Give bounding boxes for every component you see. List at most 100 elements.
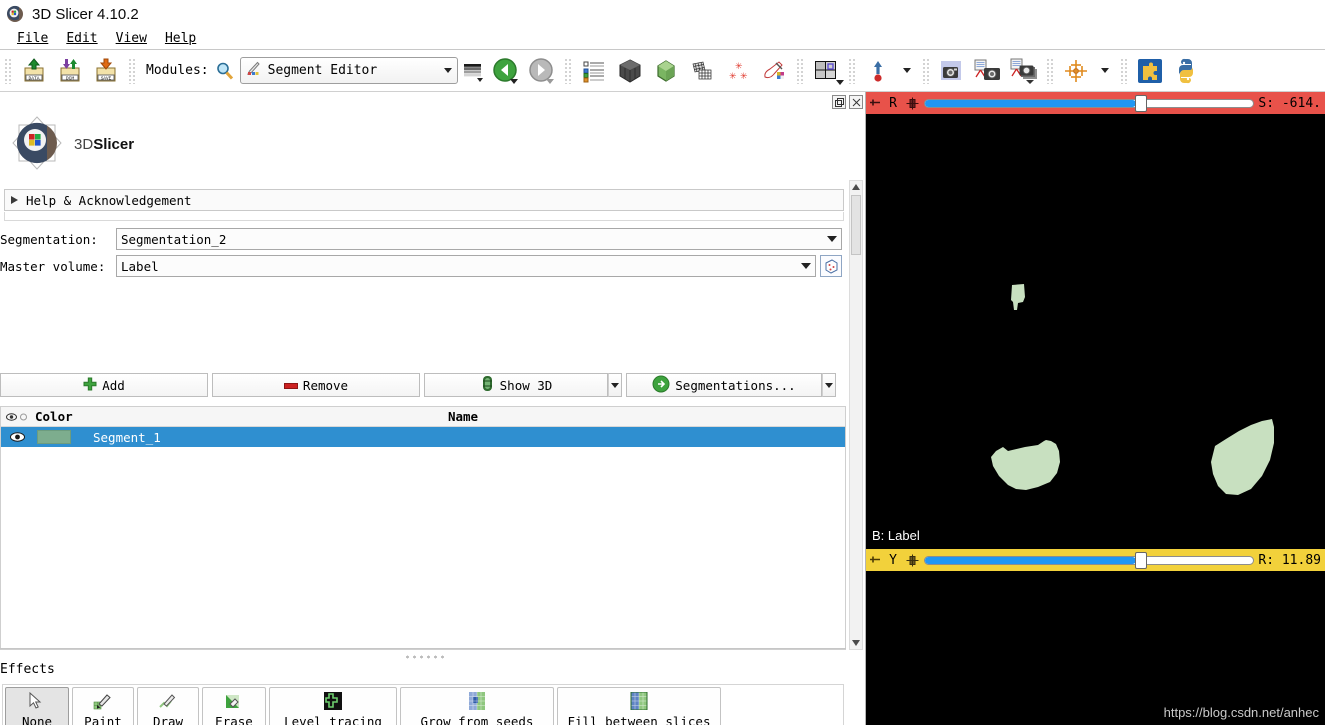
slicer-brand-icon bbox=[8, 114, 66, 175]
capture-sequence-icon[interactable] bbox=[1008, 55, 1040, 87]
effect-paint[interactable]: Paint bbox=[72, 687, 134, 725]
panel-splitter-handle[interactable] bbox=[404, 654, 448, 660]
menu-bar: File Edit View Help bbox=[0, 28, 1325, 50]
scrollbar-thumb[interactable] bbox=[851, 195, 861, 255]
name-column-header: Name bbox=[447, 409, 479, 424]
module-combo-value: Segment Editor bbox=[267, 63, 378, 78]
segment-color-swatch[interactable] bbox=[37, 430, 71, 444]
scroll-down-icon[interactable] bbox=[851, 638, 861, 648]
add-button-label: Add bbox=[102, 377, 125, 393]
help-section-body bbox=[4, 212, 844, 221]
volume-rendering-icon[interactable] bbox=[614, 55, 646, 87]
segments-table[interactable]: Color Name Segment_1 bbox=[0, 406, 846, 650]
crosshair-chevron-icon[interactable] bbox=[898, 55, 916, 87]
effect-fill-between-slices[interactable]: Fill between slices bbox=[557, 687, 721, 725]
svg-text:✳: ✳ bbox=[735, 62, 743, 72]
pin-icon[interactable] bbox=[868, 97, 882, 110]
segmentations-arrow-icon bbox=[652, 375, 670, 396]
effects-panel: None Paint Draw Erase Level tracing Grow… bbox=[2, 684, 844, 725]
chevron-down-icon[interactable] bbox=[827, 236, 837, 242]
draw-pencil-icon bbox=[158, 692, 178, 712]
red-slice-slider[interactable] bbox=[924, 95, 1255, 112]
chevron-down-icon[interactable] bbox=[443, 68, 452, 73]
menu-help-label: Help bbox=[164, 31, 197, 46]
segment-visibility-toggle[interactable] bbox=[1, 432, 33, 442]
save-button[interactable]: SAVE bbox=[90, 55, 122, 87]
effect-fill-between-slices-label: Fill between slices bbox=[567, 713, 711, 725]
toolbar-separator bbox=[4, 57, 12, 84]
chevron-right-icon bbox=[11, 196, 18, 204]
red-slice-canvas[interactable]: B: Label bbox=[866, 114, 1325, 549]
segmentation-combo[interactable]: Segmentation_2 bbox=[116, 228, 842, 250]
menu-help[interactable]: Help bbox=[156, 29, 205, 48]
panel-scrollbar[interactable] bbox=[849, 180, 863, 650]
add-button[interactable]: Add bbox=[0, 373, 208, 397]
pin-icon[interactable] bbox=[868, 554, 882, 567]
segmentations-button[interactable]: Segmentations... bbox=[626, 373, 822, 397]
toolbar-separator-5 bbox=[847, 57, 856, 84]
yellow-slice-offset-value: R: 11.89 bbox=[1258, 552, 1321, 568]
segmentations-options-button[interactable] bbox=[822, 373, 836, 397]
save-label: SAVE bbox=[101, 76, 112, 81]
dicom-button[interactable]: DCM bbox=[54, 55, 86, 87]
menu-view[interactable]: View bbox=[107, 29, 156, 48]
fiducials-icon[interactable]: ✳ ✳ ✳ bbox=[722, 55, 754, 87]
main-toolbar: DATA DCM SAVE Modules: Segment Editor ✳ … bbox=[0, 50, 1325, 92]
background-volume-label: B: Label bbox=[872, 528, 920, 543]
remove-button[interactable]: Remove bbox=[212, 373, 420, 397]
effect-none[interactable]: None bbox=[5, 687, 69, 725]
menu-edit-label: Edit bbox=[66, 31, 98, 46]
layout-chevron-icon[interactable] bbox=[835, 79, 844, 85]
modules-label: Modules: bbox=[146, 63, 209, 78]
crosshair-toggle-icon[interactable] bbox=[862, 55, 894, 87]
effect-none-label: None bbox=[21, 713, 53, 725]
screenshot-icon[interactable] bbox=[936, 55, 968, 87]
scroll-up-icon[interactable] bbox=[851, 182, 861, 192]
previous-module-icon[interactable] bbox=[490, 55, 522, 87]
slice-visibility-icon[interactable] bbox=[904, 95, 920, 111]
annotations-icon[interactable] bbox=[758, 55, 790, 87]
scene-view-capture-icon[interactable] bbox=[972, 55, 1004, 87]
extension-manager-icon[interactable] bbox=[1134, 55, 1166, 87]
show-3d-button[interactable]: Show 3D bbox=[424, 373, 608, 397]
window-title: 3D Slicer 4.10.2 bbox=[32, 5, 139, 23]
effect-level-tracing-label: Level tracing bbox=[284, 713, 382, 725]
menu-edit[interactable]: Edit bbox=[57, 29, 106, 48]
effect-level-tracing[interactable]: Level tracing bbox=[269, 687, 397, 725]
load-data-button[interactable]: DATA bbox=[18, 55, 50, 87]
show-3d-options-button[interactable] bbox=[608, 373, 622, 397]
menu-file[interactable]: File bbox=[8, 29, 57, 48]
markups-icon[interactable] bbox=[686, 55, 718, 87]
effects-grid: None Paint Draw Erase Level tracing Grow… bbox=[3, 685, 843, 725]
magnifier-icon[interactable] bbox=[214, 55, 236, 87]
volume-node-icon[interactable] bbox=[820, 255, 842, 277]
effect-erase[interactable]: Erase bbox=[202, 687, 266, 725]
effect-grow-from-seeds[interactable]: Grow from seeds bbox=[400, 687, 554, 725]
effects-title: Effects bbox=[0, 662, 55, 677]
chevron-down-icon[interactable] bbox=[801, 263, 811, 269]
crosshair-mode-chevron-icon[interactable] bbox=[1096, 55, 1114, 87]
segment-name[interactable]: Segment_1 bbox=[93, 430, 161, 445]
yellow-slice-canvas[interactable]: https://blog.csdn.net/anhec bbox=[866, 571, 1325, 725]
layout-icon[interactable] bbox=[810, 55, 844, 87]
remove-button-label: Remove bbox=[302, 377, 349, 393]
subject-hierarchy-icon[interactable] bbox=[578, 55, 610, 87]
toolbar-separator-7 bbox=[1045, 57, 1054, 84]
help-acknowledgement-section[interactable]: Help & Acknowledgement bbox=[4, 189, 844, 211]
favorite-modules-icon[interactable] bbox=[460, 55, 486, 87]
module-selector-combo[interactable]: Segment Editor bbox=[239, 57, 458, 84]
models-icon[interactable] bbox=[650, 55, 682, 87]
segmentations-button-label: Segmentations... bbox=[675, 377, 796, 393]
red-slice-controller: R S: -614. bbox=[866, 92, 1325, 114]
effect-draw[interactable]: Draw bbox=[137, 687, 199, 725]
master-volume-combo[interactable]: Label bbox=[116, 255, 816, 277]
undock-icon[interactable] bbox=[832, 95, 846, 109]
crosshair-icon[interactable] bbox=[1060, 55, 1092, 87]
table-row[interactable]: Segment_1 bbox=[1, 427, 845, 447]
python-console-icon[interactable] bbox=[1170, 55, 1202, 87]
slice-visibility-icon[interactable] bbox=[904, 552, 920, 568]
toolbar-separator-4 bbox=[795, 57, 804, 84]
yellow-slice-slider[interactable] bbox=[924, 552, 1255, 569]
next-module-icon[interactable] bbox=[526, 55, 558, 87]
close-icon[interactable] bbox=[849, 95, 863, 109]
